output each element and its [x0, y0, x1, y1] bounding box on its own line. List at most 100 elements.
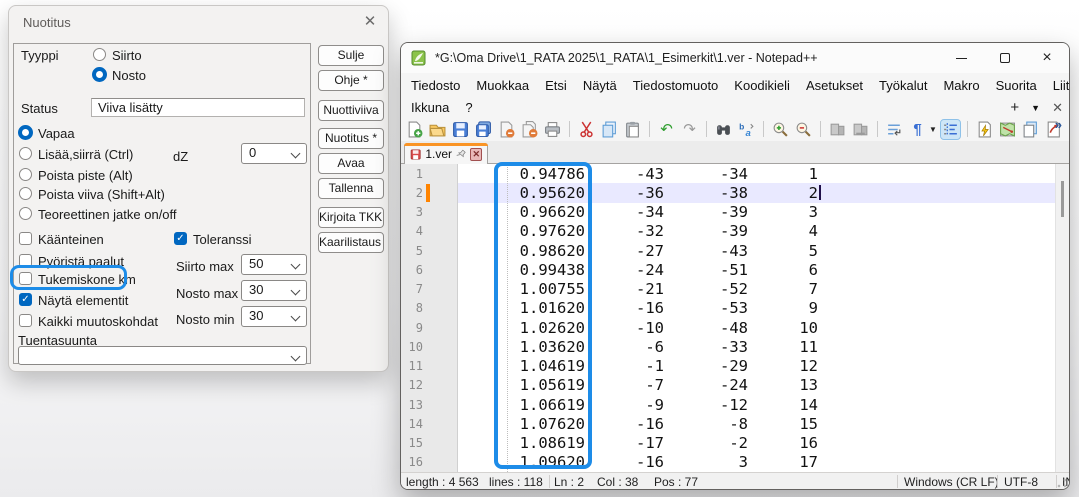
sync-horizontal-scroll-icon[interactable] [851, 120, 870, 139]
editor[interactable]: 10.94786-43-34120.95620-36-38230.96620-3… [401, 164, 1069, 472]
scrollbar-thumb[interactable] [1061, 181, 1064, 217]
line-number[interactable]: 7 [401, 282, 423, 296]
dialog-button-nuotitus[interactable]: Nuotitus * [318, 128, 384, 149]
dialog-button-nuottiviiva[interactable]: Nuottiviiva [318, 100, 384, 121]
status-field[interactable]: Viiva lisätty [91, 98, 305, 117]
close-window-button[interactable]: × [1027, 43, 1067, 73]
print-icon[interactable] [543, 120, 562, 139]
dialog-button-avaa[interactable]: Avaa [318, 153, 384, 174]
toolbar-overflow-icon[interactable]: » [1055, 117, 1062, 132]
menu-item[interactable]: Liitännäiset [1045, 78, 1070, 93]
line-number[interactable]: 10 [401, 340, 423, 354]
close-file-icon[interactable] [497, 120, 516, 139]
editor-margin[interactable]: 4 [401, 222, 458, 241]
editor-margin[interactable]: 15 [401, 434, 458, 453]
document-map-icon[interactable] [998, 120, 1017, 139]
line-number[interactable]: 12 [401, 378, 423, 392]
dialog-button-kaarilistaus[interactable]: Kaarilistaus * [318, 232, 384, 253]
undo-icon[interactable]: ↶ [657, 120, 676, 139]
menu-item[interactable]: Koodikieli [726, 78, 798, 93]
radio-poista-piste[interactable] [19, 168, 32, 181]
redo-icon[interactable]: ↷ [680, 120, 699, 139]
sync-vertical-scroll-icon[interactable] [828, 120, 847, 139]
paste-icon[interactable] [623, 120, 642, 139]
editor-margin[interactable]: 9 [401, 318, 458, 337]
line-number[interactable]: 13 [401, 398, 423, 412]
new-tab-icon[interactable]: + [1010, 99, 1019, 116]
save-all-icon[interactable] [474, 120, 493, 139]
editor-margin[interactable]: 10 [401, 337, 458, 356]
pin-icon[interactable] [456, 148, 466, 160]
editor-margin[interactable]: 6 [401, 260, 458, 279]
radio-lisaa-siirra[interactable] [19, 147, 32, 160]
dialog-button-kirjoita-tkk[interactable]: Kirjoita TKK * [318, 207, 384, 228]
close-tab-icon[interactable]: ✕ [1052, 100, 1063, 116]
editor-margin[interactable]: 11 [401, 357, 458, 376]
save-icon[interactable] [451, 120, 470, 139]
checkbox-toleranssi[interactable]: ✓ [174, 232, 187, 245]
menu-item[interactable]: Muokkaa [468, 78, 537, 93]
line-number[interactable]: 4 [401, 224, 423, 238]
editor-margin[interactable]: 2 [401, 183, 458, 202]
line-number[interactable]: 6 [401, 263, 423, 277]
line-number[interactable]: 14 [401, 417, 423, 431]
open-file-icon[interactable] [428, 120, 447, 139]
menu-item[interactable]: Näytä [575, 78, 625, 93]
menu-item[interactable]: Ikkuna [403, 100, 457, 115]
menu-item[interactable]: Etsi [537, 78, 575, 93]
copy-icon[interactable] [600, 120, 619, 139]
checkbox-kaanteinen[interactable] [19, 232, 32, 245]
window-titlebar[interactable]: *G:\Oma Drive\1_RATA 2025\1_RATA\1_Esime… [401, 43, 1069, 73]
radio-siirto[interactable] [93, 48, 106, 61]
line-number[interactable]: 5 [401, 244, 423, 258]
replace-icon[interactable]: ba [737, 120, 756, 139]
status-eol-format[interactable]: Windows (CR LF) [904, 475, 999, 489]
editor-margin[interactable]: 7 [401, 280, 458, 299]
radio-nosto[interactable] [92, 67, 107, 82]
find-icon[interactable] [714, 120, 733, 139]
close-icon[interactable]: ✕ [358, 10, 382, 34]
tab-close-icon[interactable]: ✕ [470, 148, 482, 161]
resize-grip[interactable] [1057, 478, 1067, 488]
show-all-characters-icon[interactable]: ¶ [908, 120, 927, 139]
line-number[interactable]: 1 [401, 167, 423, 181]
editor-margin[interactable]: 5 [401, 241, 458, 260]
nosto-max-combo[interactable]: 30 [241, 280, 307, 301]
zoom-in-icon[interactable] [771, 120, 790, 139]
doc-switcher-icon[interactable] [1021, 120, 1040, 139]
menu-item[interactable]: Suorita [988, 78, 1045, 93]
menu-item[interactable]: Tiedosto [403, 78, 468, 93]
word-wrap-icon[interactable] [885, 120, 904, 139]
radio-vapaa[interactable] [18, 125, 33, 140]
nosto-min-combo[interactable]: 30 [241, 306, 307, 327]
line-number[interactable]: 9 [401, 321, 423, 335]
minimize-button[interactable] [941, 43, 981, 73]
menu-item[interactable]: Makro [935, 78, 987, 93]
editor-margin[interactable]: 8 [401, 299, 458, 318]
cut-icon[interactable] [577, 120, 596, 139]
menu-item[interactable]: Työkalut [871, 78, 935, 93]
line-number[interactable]: 16 [401, 455, 423, 469]
close-all-files-icon[interactable] [520, 120, 539, 139]
line-number[interactable]: 2 [401, 186, 423, 200]
menu-item[interactable]: ? [457, 100, 480, 115]
vertical-scrollbar[interactable] [1055, 164, 1069, 472]
tab-list-icon[interactable]: ▼ [1031, 103, 1040, 113]
editor-margin[interactable]: 16 [401, 453, 458, 472]
editor-margin[interactable]: 12 [401, 376, 458, 395]
line-number[interactable]: 15 [401, 436, 423, 450]
line-number[interactable]: 3 [401, 205, 423, 219]
monitor-doc-icon[interactable] [975, 120, 994, 139]
line-number[interactable]: 11 [401, 359, 423, 373]
tuentasuunta-combo[interactable] [18, 346, 307, 365]
siirto-max-combo[interactable]: 50 [241, 254, 307, 275]
dialog-button-tallenna[interactable]: Tallenna [318, 178, 384, 199]
new-file-icon[interactable] [405, 120, 424, 139]
menu-item[interactable]: Tiedostomuoto [625, 78, 727, 93]
editor-margin[interactable]: 14 [401, 414, 458, 433]
editor-margin[interactable]: 1 [401, 164, 458, 183]
checkbox-nayta-elementit[interactable]: ✓ [19, 293, 32, 306]
radio-poista-viiva[interactable] [19, 187, 32, 200]
maximize-button[interactable] [985, 43, 1025, 73]
dialog-button-ohje[interactable]: Ohje * [318, 70, 384, 91]
